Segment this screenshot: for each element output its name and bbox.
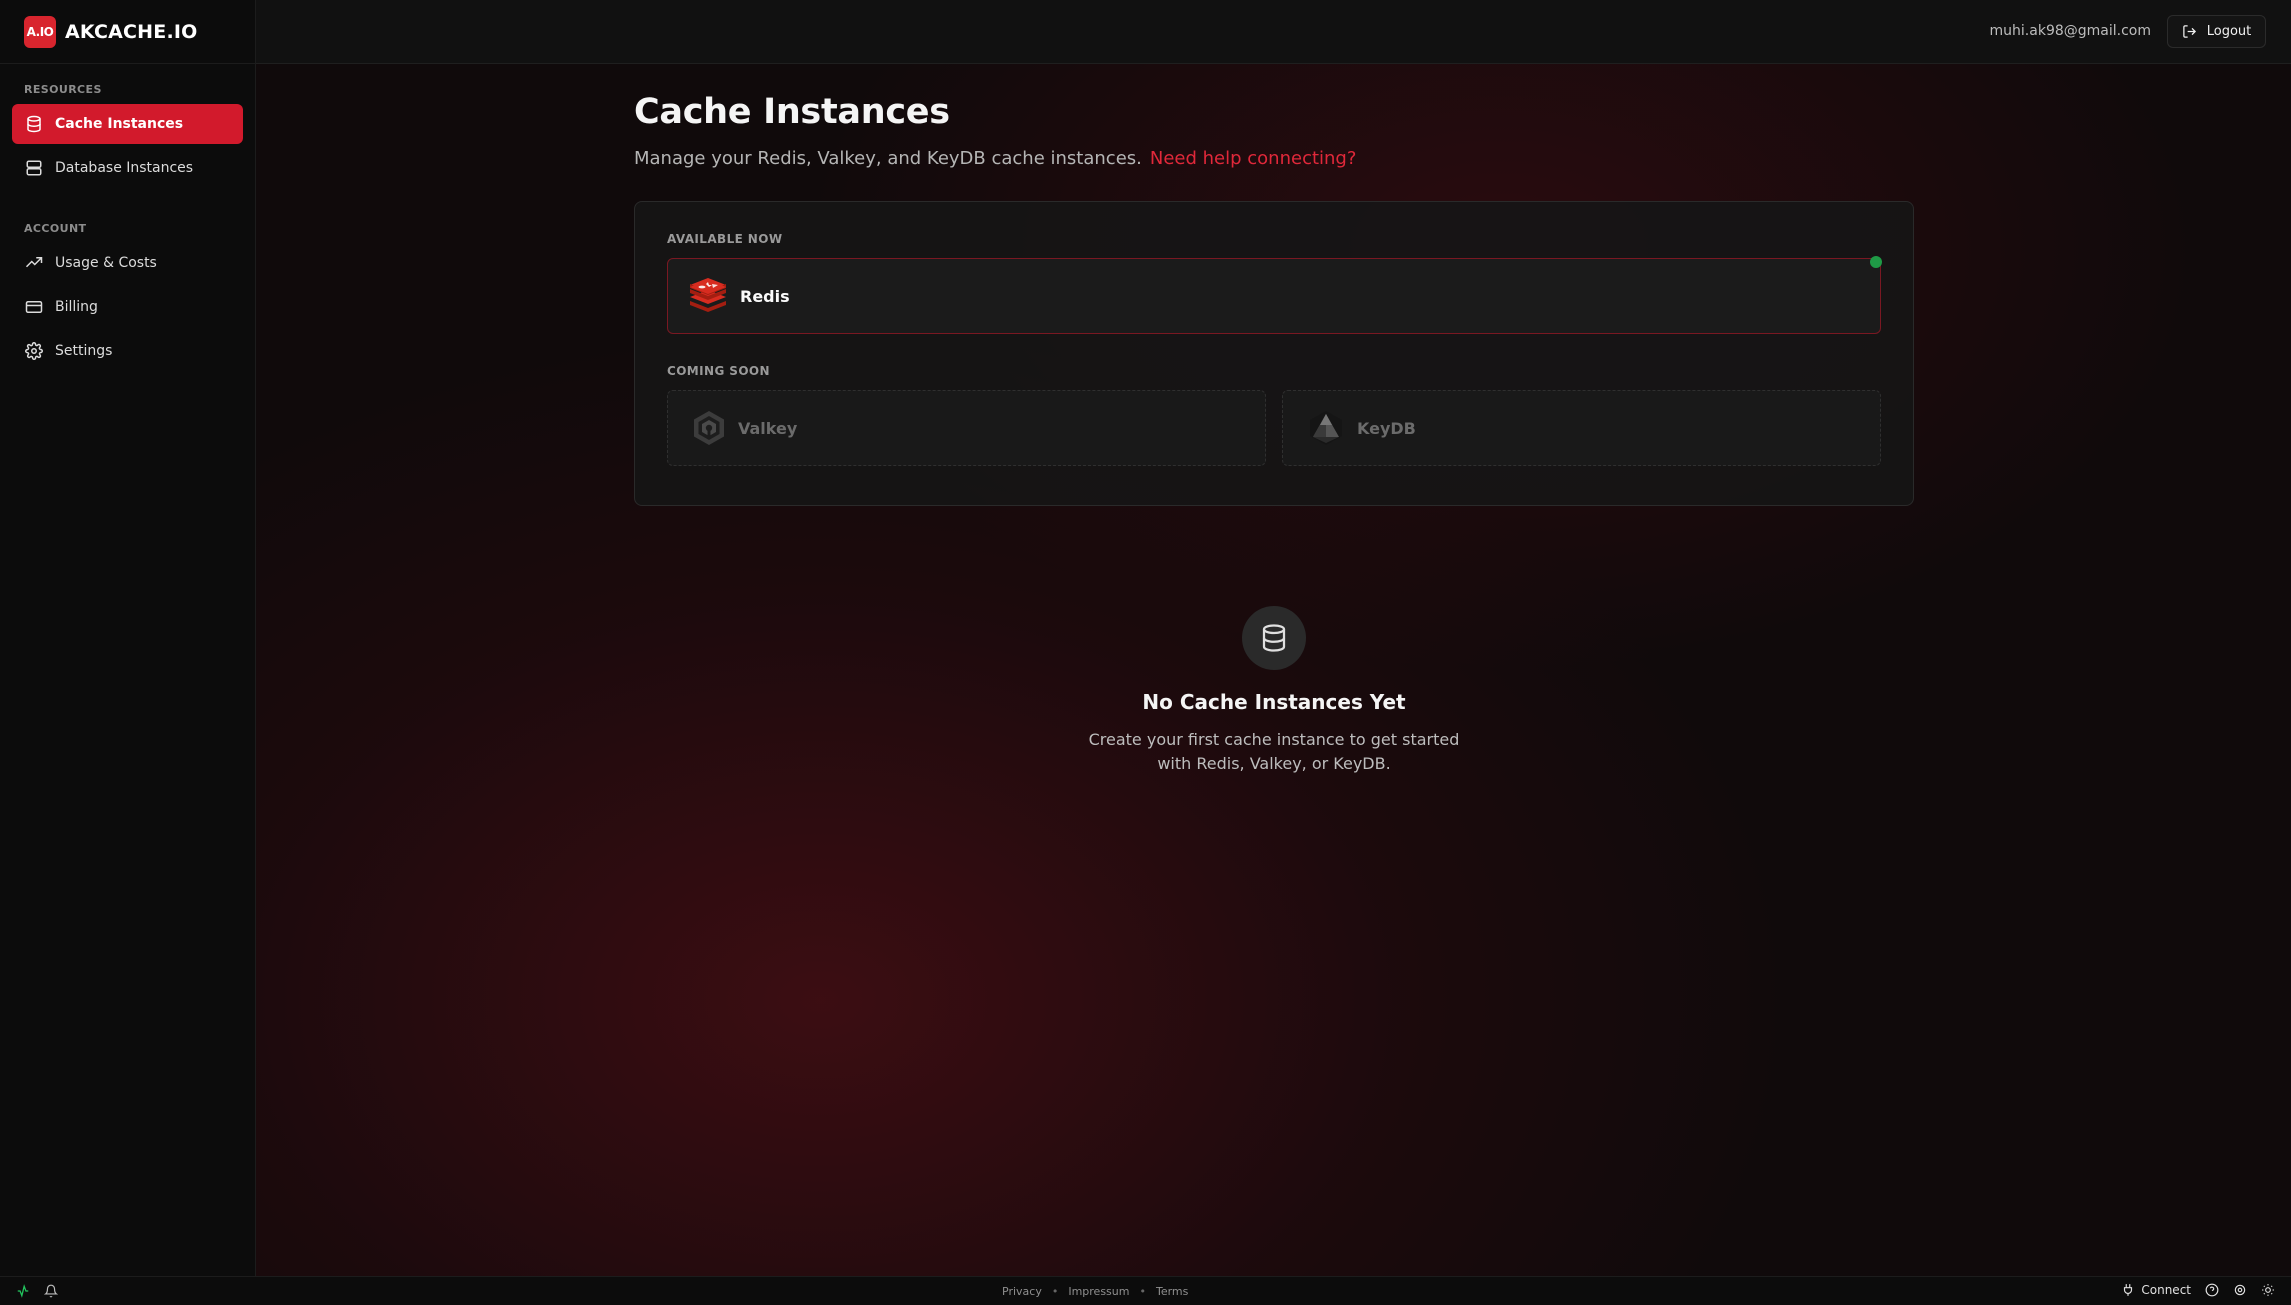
footer-right: Connect	[2121, 1283, 2275, 1297]
sidebar-item-settings[interactable]: Settings	[12, 331, 243, 371]
gear-icon	[24, 341, 44, 361]
sidebar-item-cache-instances[interactable]: Cache Instances	[12, 104, 243, 144]
keydb-logo-icon	[1310, 411, 1342, 445]
engine-card-keydb: KeyDB	[1282, 390, 1881, 466]
coming-soon-label: COMING SOON	[667, 364, 770, 378]
gear-icon[interactable]	[2233, 1283, 2247, 1297]
page-subtitle: Manage your Redis, Valkey, and KeyDB cac…	[634, 148, 1914, 169]
sidebar-item-label: Billing	[55, 299, 98, 315]
status-dot-available	[1870, 256, 1882, 268]
sidebar-item-database-instances[interactable]: Database Instances	[12, 148, 243, 188]
engine-card-redis[interactable]: Redis	[667, 256, 1882, 334]
server-icon	[24, 158, 44, 178]
bell-icon[interactable]	[44, 1284, 58, 1298]
sidebar-item-usage-costs[interactable]: Usage & Costs	[12, 243, 243, 283]
footer-links: Privacy • Impressum • Terms	[1002, 1285, 1188, 1298]
page-title: Cache Instances	[634, 92, 950, 132]
logo[interactable]: A.IO AKCACHE.IO	[0, 0, 255, 64]
section-label-resources: RESOURCES	[24, 83, 102, 96]
sun-icon[interactable]	[2261, 1283, 2275, 1297]
engine-name-redis: Redis	[740, 286, 790, 306]
subtitle-text: Manage your Redis, Valkey, and KeyDB cac…	[634, 148, 1142, 169]
footer-separator: •	[1051, 1285, 1059, 1298]
sidebar-item-label: Database Instances	[55, 160, 194, 176]
redis-logo-icon	[690, 278, 726, 312]
engine-selector: AVAILABLE NOW Redis COMING SOON Valkey K…	[634, 201, 1914, 506]
connect-button[interactable]: Connect	[2121, 1283, 2191, 1297]
empty-state: No Cache Instances Yet Create your first…	[1074, 606, 1474, 776]
connect-label: Connect	[2141, 1283, 2191, 1297]
empty-state-title: No Cache Instances Yet	[1142, 690, 1406, 714]
plug-icon	[2124, 1284, 2133, 1296]
footer: Privacy • Impressum • Terms Connect	[0, 1276, 2291, 1305]
engine-card-valkey: Valkey	[667, 390, 1266, 466]
sidebar-item-billing[interactable]: Billing	[12, 287, 243, 327]
footer-link-terms[interactable]: Terms	[1156, 1285, 1188, 1298]
valkey-logo-icon	[694, 411, 724, 445]
logo-badge: A.IO	[24, 15, 56, 48]
database-icon	[1242, 606, 1306, 670]
footer-link-privacy[interactable]: Privacy	[1002, 1285, 1042, 1298]
logout-icon	[2182, 25, 2196, 38]
footer-link-impressum[interactable]: Impressum	[1068, 1285, 1129, 1298]
help-circle-icon[interactable]	[2205, 1283, 2219, 1297]
footer-separator: •	[1139, 1285, 1146, 1298]
sidebar: A.IO AKCACHE.IO RESOURCES Cache Instance…	[0, 0, 256, 1276]
empty-state-text: Create your first cache instance to get …	[1088, 730, 1460, 773]
logout-button[interactable]: Logout	[2167, 15, 2266, 48]
available-now-label: AVAILABLE NOW	[667, 232, 783, 246]
credit-card-icon	[24, 297, 44, 317]
engine-name-valkey: Valkey	[738, 418, 798, 438]
sidebar-item-label: Settings	[55, 343, 113, 359]
database-icon	[24, 114, 44, 134]
main-content: Cache Instances Manage your Redis, Valke…	[634, 92, 1914, 506]
app-name: AKCACHE.IO	[65, 20, 198, 43]
sidebar-item-label: Cache Instances	[55, 116, 184, 132]
activity-icon[interactable]	[16, 1284, 30, 1298]
user-email: muhi.ak98@gmail.com	[1989, 23, 2151, 39]
help-connecting-link[interactable]: Need help connecting?	[1150, 148, 1357, 169]
section-label-account: ACCOUNT	[24, 222, 87, 235]
engine-name-keydb: KeyDB	[1357, 418, 1416, 438]
trending-up-icon	[24, 253, 44, 273]
sidebar-item-label: Usage & Costs	[55, 255, 157, 271]
top-bar: muhi.ak98@gmail.com Logout	[256, 0, 2291, 64]
coming-soon-row: Valkey KeyDB	[667, 390, 1881, 466]
logout-label: Logout	[2206, 24, 2252, 39]
footer-left	[16, 1284, 58, 1298]
